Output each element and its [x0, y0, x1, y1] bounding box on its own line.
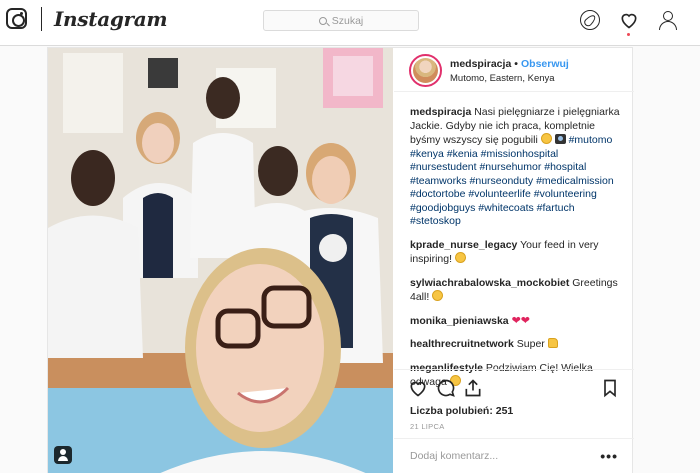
caption-username[interactable]: medspiracja	[410, 106, 471, 118]
likes-count[interactable]: Liczba polubień: 251	[410, 405, 513, 417]
list-item: sylwiachrabalowska_mockobiet Greetings 4…	[410, 277, 624, 305]
list-item: monika_pieniawska ❤❤	[410, 315, 624, 329]
post-card: medspiracja • Obserwuj Mutomo, Eastern, Ke…	[47, 47, 634, 473]
comments-list: medspiracja Nasi pielęgniarze i pielęgni…	[410, 106, 624, 390]
instagram-wordmark[interactable]: Instagram	[54, 7, 168, 31]
search-icon	[318, 16, 327, 25]
notification-dot	[627, 33, 630, 36]
comment-username[interactable]: kprade_nurse_legacy	[410, 239, 517, 251]
comment-username[interactable]: healthrecruitnetwork	[410, 338, 514, 350]
comment-icon[interactable]	[436, 378, 456, 398]
caption: medspiracja Nasi pielęgniarze i pielęgni…	[410, 106, 624, 229]
smile-emoji-icon	[432, 290, 444, 301]
selfie-image	[48, 48, 393, 473]
camera-emoji-icon	[554, 134, 566, 144]
follow-button[interactable]: Obserwuj	[521, 58, 569, 70]
separator-dot: •	[514, 58, 518, 70]
heart-icon[interactable]	[619, 10, 639, 30]
add-comment-area: Dodaj komentarz... •••	[394, 438, 634, 473]
instagram-camera-icon[interactable]	[6, 8, 27, 29]
list-item: kprade_nurse_legacy Your feed in very in…	[410, 239, 624, 267]
comment-input[interactable]: Dodaj komentarz...	[410, 450, 498, 462]
like-icon[interactable]	[408, 378, 428, 398]
list-item: healthrecruitnetwork Super	[410, 338, 624, 352]
post-header: medspiracja • Obserwuj Mutomo, Eastern, Ke…	[394, 48, 634, 92]
more-options-icon[interactable]: •••	[600, 448, 618, 464]
top-navigation-bar: Instagram Szukaj	[0, 0, 700, 46]
post-username[interactable]: medspiracja	[450, 58, 511, 70]
share-icon[interactable]	[463, 378, 483, 398]
comment-username[interactable]: monika_pieniawska	[410, 315, 509, 327]
profile-icon[interactable]	[658, 10, 678, 30]
bookmark-icon[interactable]	[600, 378, 620, 398]
post-sidebar: medspiracja • Obserwuj Mutomo, Eastern, Ke…	[394, 48, 634, 473]
user-tag-icon[interactable]	[54, 446, 72, 464]
thumbs-up-emoji-icon	[547, 338, 558, 348]
comment-text: Super	[516, 338, 545, 350]
logo-divider	[41, 7, 42, 31]
heart-emoji-icon: ❤	[511, 314, 521, 327]
nerd-emoji-icon	[540, 133, 552, 144]
post-location[interactable]: Mutomo, Eastern, Kenya	[450, 73, 555, 84]
search-placeholder: Szukaj	[331, 14, 364, 27]
compass-icon[interactable]	[580, 10, 600, 30]
search-input[interactable]: Szukaj	[263, 10, 419, 31]
post-photo[interactable]	[48, 48, 393, 473]
smile-emoji-icon	[454, 252, 466, 263]
post-date[interactable]: 21 LIPCA	[410, 422, 445, 431]
avatar[interactable]	[409, 54, 442, 87]
comment-username[interactable]: sylwiachrabalowska_mockobiet	[410, 277, 569, 289]
post-actions: Liczba polubień: 251 21 LIPCA	[394, 369, 634, 433]
caption-hashtags[interactable]: #mutomo #kenya #kenia #missionhospital #…	[410, 134, 614, 227]
heart-emoji-icon: ❤	[520, 314, 530, 327]
